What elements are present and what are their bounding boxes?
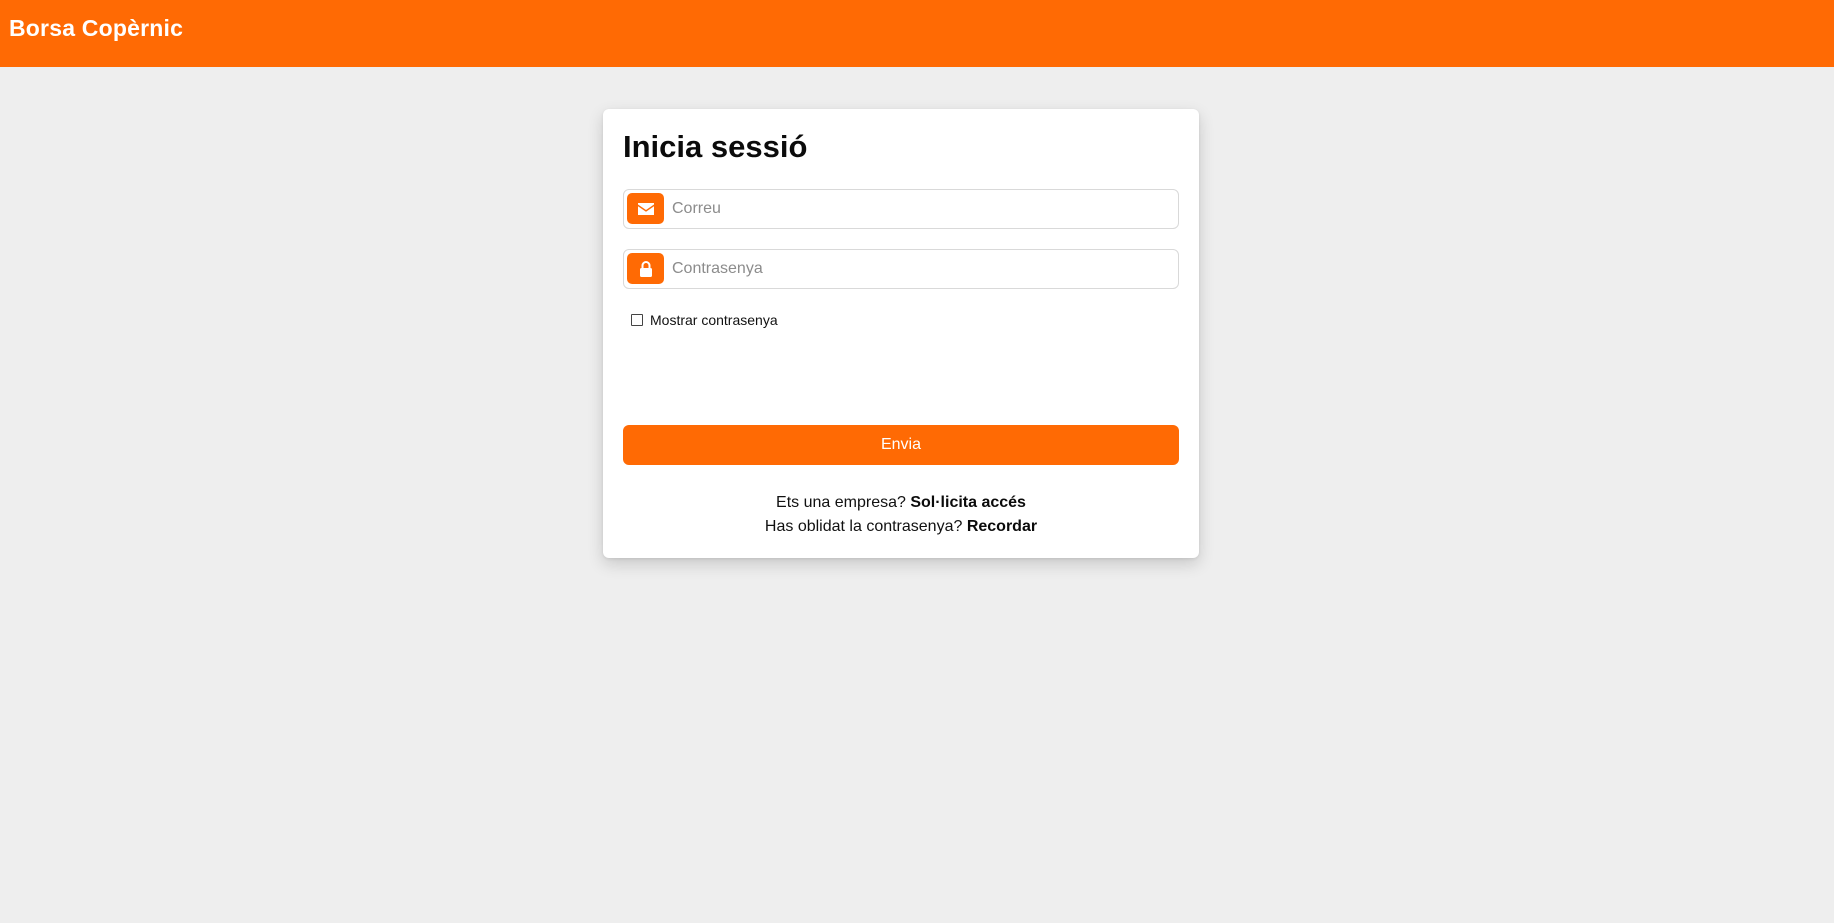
company-prompt: Ets una empresa? xyxy=(776,494,911,511)
show-password-label: Mostrar contrasenya xyxy=(650,312,778,328)
company-access-line: Ets una empresa? Sol·licita accés xyxy=(603,491,1199,515)
envelope-icon xyxy=(627,193,664,224)
show-password-checkbox[interactable] xyxy=(631,314,643,326)
password-field[interactable] xyxy=(623,249,1179,289)
password-input[interactable] xyxy=(672,252,1172,285)
forgot-password-line: Has oblidat la contrasenya? Recordar xyxy=(603,515,1199,539)
lock-icon xyxy=(627,253,664,284)
top-bar: Borsa Copèrnic xyxy=(0,0,1834,67)
submit-button[interactable]: Envia xyxy=(623,425,1179,465)
login-links: Ets una empresa? Sol·licita accés Has ob… xyxy=(603,491,1199,539)
email-field[interactable] xyxy=(623,189,1179,229)
page-title: Inicia sessió xyxy=(623,129,808,164)
brand-title[interactable]: Borsa Copèrnic xyxy=(9,15,183,42)
request-access-link[interactable]: Sol·licita accés xyxy=(910,494,1026,511)
show-password-toggle[interactable]: Mostrar contrasenya xyxy=(631,312,778,328)
recover-password-link[interactable]: Recordar xyxy=(967,518,1037,535)
login-card: Inicia sessió Mostrar contrasenya Envia … xyxy=(603,109,1199,558)
email-input[interactable] xyxy=(672,192,1172,225)
forgot-prompt: Has oblidat la contrasenya? xyxy=(764,518,967,535)
